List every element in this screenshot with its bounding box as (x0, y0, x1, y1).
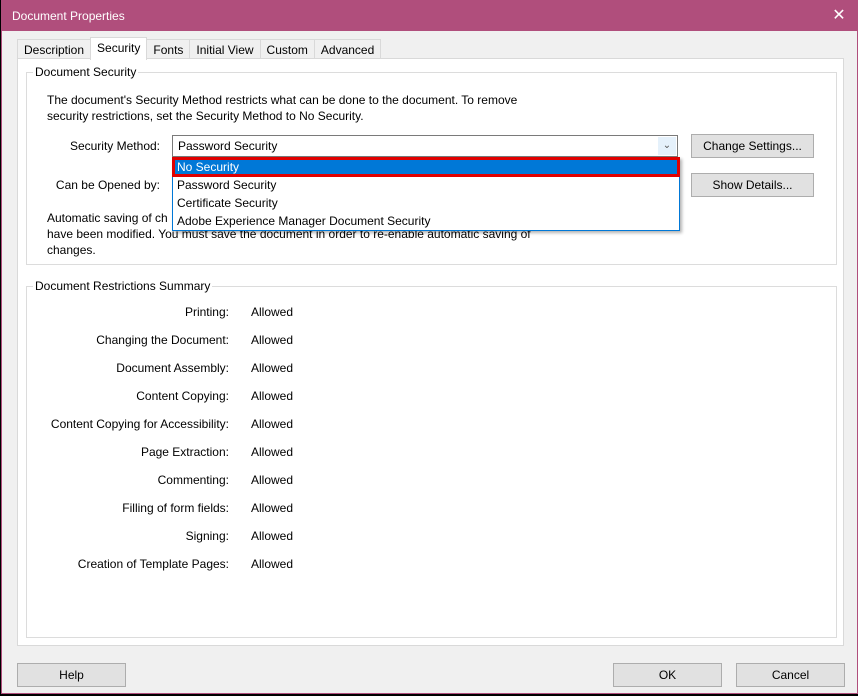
restriction-value: Allowed (251, 445, 294, 459)
restriction-value: Allowed (251, 305, 294, 319)
can-be-opened-label: Can be Opened by: (55, 178, 160, 192)
chevron-down-icon[interactable]: ⌄ (658, 137, 676, 155)
restriction-label: Commenting: (157, 473, 229, 487)
auto-save-note-line3: changes. (47, 243, 96, 257)
restriction-row: Content Copying: Allowed (17, 389, 317, 405)
ok-button[interactable]: OK (613, 663, 722, 687)
restriction-row: Document Assembly: Allowed (17, 361, 317, 377)
window-title: Document Properties (12, 9, 125, 23)
restriction-row: Creation of Template Pages: Allowed (17, 557, 317, 573)
document-security-label: Document Security (33, 65, 139, 79)
tab-custom[interactable]: Custom (259, 39, 315, 60)
restriction-label: Content Copying for Accessibility: (50, 417, 229, 431)
restriction-value: Allowed (251, 557, 294, 571)
tab-initial-view[interactable]: Initial View (189, 39, 261, 60)
title-bar[interactable]: Document Properties ✕ (2, 1, 857, 31)
restriction-row: Content Copying for Accessibility: Allowe… (17, 417, 317, 433)
option-no-security[interactable]: No Security (172, 157, 680, 177)
tab-fonts[interactable]: Fonts (146, 39, 191, 60)
security-method-select[interactable]: Password Security ⌄ (172, 135, 678, 157)
security-method-dropdown: No Security Password Security Certificat… (172, 157, 680, 231)
tab-advanced[interactable]: Advanced (313, 39, 382, 60)
restriction-value: Allowed (251, 473, 294, 487)
security-description: The document's Security Method restricts… (47, 93, 518, 123)
restriction-label: Document Assembly: (116, 361, 229, 375)
restriction-row: Printing: Allowed (17, 305, 317, 321)
option-password-security[interactable]: Password Security (173, 176, 679, 194)
restriction-value: Allowed (251, 333, 294, 347)
restriction-row: Commenting: Allowed (17, 473, 317, 489)
restriction-value: Allowed (251, 361, 294, 375)
option-certificate-security[interactable]: Certificate Security (173, 194, 679, 212)
restriction-value: Allowed (251, 529, 294, 543)
restriction-row: Changing the Document: Allowed (17, 333, 317, 349)
tab-security[interactable]: Security (90, 37, 148, 60)
tab-strip: Description Security Fonts Initial View … (17, 37, 382, 60)
restriction-label: Content Copying: (136, 389, 229, 403)
document-properties-dialog: Document Properties ✕ Description Securi… (1, 0, 858, 694)
restriction-value: Allowed (251, 501, 294, 515)
help-button[interactable]: Help (17, 663, 126, 687)
restrictions-summary-label: Document Restrictions Summary (33, 279, 213, 293)
cancel-button[interactable]: Cancel (736, 663, 845, 687)
restriction-label: Filling of form fields: (122, 501, 229, 515)
restriction-row: Signing: Allowed (17, 529, 317, 545)
tab-description[interactable]: Description (17, 39, 92, 60)
security-method-label: Security Method: (69, 139, 160, 153)
restriction-row: Filling of form fields: Allowed (17, 501, 317, 517)
show-details-button[interactable]: Show Details... (691, 173, 814, 197)
auto-save-note-line1: Automatic saving of ch (47, 211, 168, 225)
restriction-value: Allowed (251, 417, 294, 431)
restriction-label: Changing the Document: (96, 333, 229, 347)
security-method-value: Password Security (178, 139, 278, 153)
option-aem-document-security[interactable]: Adobe Experience Manager Document Securi… (173, 212, 679, 230)
restriction-label: Creation of Template Pages: (77, 557, 229, 571)
restriction-value: Allowed (251, 389, 294, 403)
restriction-label: Signing: (185, 529, 229, 543)
restriction-row: Page Extraction: Allowed (17, 445, 317, 461)
change-settings-button[interactable]: Change Settings... (691, 134, 814, 158)
restriction-label: Printing: (184, 305, 229, 319)
close-icon[interactable]: ✕ (829, 6, 849, 26)
restriction-label: Page Extraction: (140, 445, 229, 459)
restrictions-list: Printing: Allowed Changing the Document: A… (17, 305, 337, 585)
